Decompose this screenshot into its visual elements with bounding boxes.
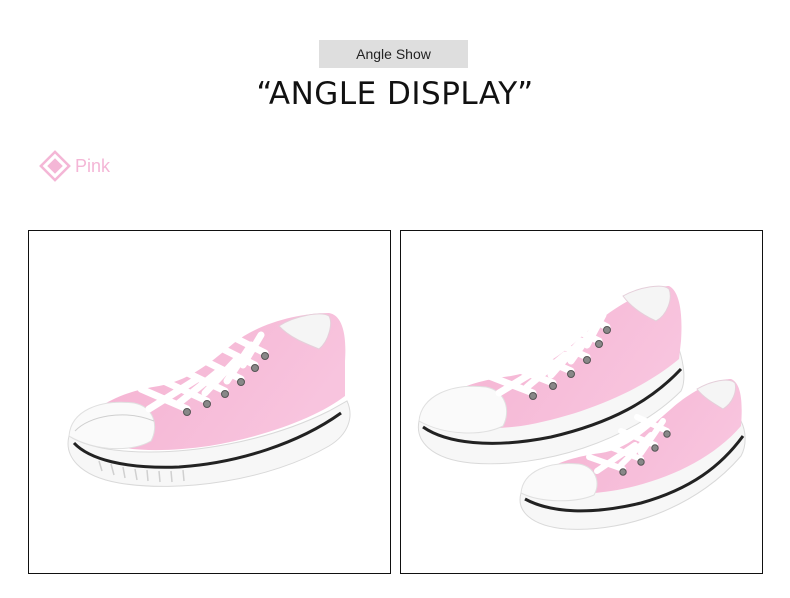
product-image-pair: [400, 230, 763, 574]
page-headline: “ANGLE DISPLAY”: [256, 76, 534, 112]
color-option: Pink: [38, 149, 110, 183]
section-tag-label: Angle Show: [356, 46, 431, 62]
product-image-single: [28, 230, 391, 574]
color-option-label: Pink: [75, 155, 111, 176]
diamond-icon: [38, 149, 72, 183]
section-tag: Angle Show: [319, 40, 468, 68]
pink-sneaker-pair-image: [417, 285, 746, 530]
pink-sneaker-image: [67, 313, 351, 487]
